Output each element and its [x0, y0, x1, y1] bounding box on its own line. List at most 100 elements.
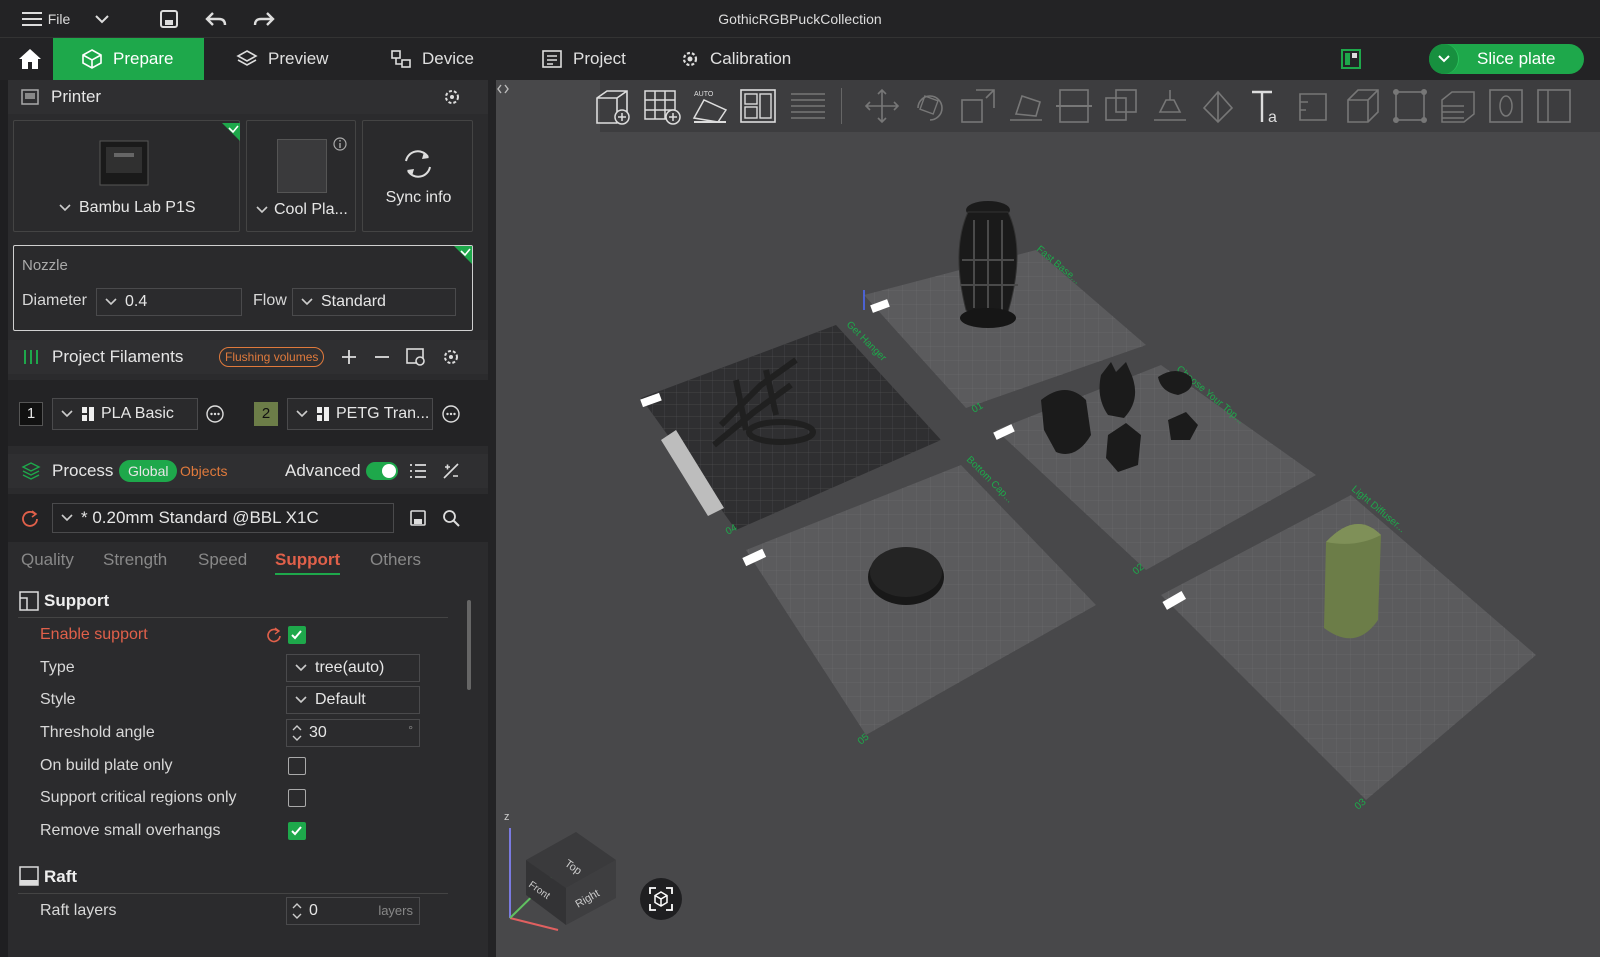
svg-text:AUTO: AUTO [694, 91, 714, 98]
filament-select-1[interactable]: PLA Basic [52, 398, 198, 430]
layout-toggle-icon[interactable] [1340, 48, 1362, 70]
subtab-speed[interactable]: Speed [198, 550, 247, 570]
printer-model-card[interactable]: Bambu Lab P1S [13, 120, 240, 232]
chevron-down-icon[interactable] [59, 204, 71, 212]
measure-icon[interactable] [1294, 86, 1334, 126]
save-icon[interactable] [409, 509, 427, 527]
tab-project[interactable]: Project [523, 38, 644, 80]
tab-preview[interactable]: Preview [218, 38, 346, 80]
support-type-label: Type [40, 659, 75, 676]
arrange-icon[interactable] [738, 86, 778, 126]
advanced-switch[interactable] [366, 462, 398, 480]
plus-icon[interactable] [341, 349, 357, 365]
list-icon[interactable] [409, 463, 427, 479]
diameter-select[interactable]: 0.4 [96, 288, 242, 316]
build-plate-card[interactable]: Cool Pla... [246, 120, 356, 232]
tab-device[interactable]: Device [372, 38, 492, 80]
plates-scene: 01 Fast Base... 04 Get Hanger 02 Choose … [640, 201, 1536, 812]
svg-text:a: a [1268, 109, 1277, 126]
layer-stack-icon[interactable] [1438, 86, 1478, 126]
chevron-down-icon[interactable] [1429, 44, 1459, 74]
threshold-angle-stepper[interactable]: 30 ° [286, 719, 420, 747]
split-plates-icon[interactable] [788, 86, 828, 126]
reset-icon[interactable] [266, 627, 282, 643]
main-tab-bar: Prepare Preview Device Project Calibrati… [0, 38, 1600, 80]
variable-height-icon[interactable] [1486, 86, 1526, 126]
search-icon[interactable] [442, 509, 460, 527]
reset-icon[interactable] [21, 509, 39, 527]
subtab-others[interactable]: Others [370, 550, 421, 570]
support-icon [19, 591, 39, 611]
chevron-down-icon[interactable] [256, 206, 268, 214]
compare-icon[interactable] [442, 462, 460, 480]
collapse-panel-icon[interactable] [496, 82, 510, 96]
settings-scrollbar[interactable] [467, 600, 471, 690]
seam-paint-icon[interactable] [1198, 86, 1238, 126]
tab-prepare[interactable]: Prepare [53, 38, 204, 80]
more-icon[interactable] [206, 405, 224, 423]
assembly-icon[interactable] [1342, 86, 1382, 126]
raft-layers-stepper[interactable]: 0 layers [286, 897, 420, 925]
rotate-icon[interactable] [910, 86, 950, 126]
move-icon[interactable] [862, 86, 902, 126]
support-paint-icon[interactable] [1150, 86, 1190, 126]
bounding-box-icon[interactable] [1390, 86, 1430, 126]
printer-thumbnail-icon [99, 140, 149, 186]
add-object-icon[interactable] [592, 86, 632, 126]
enable-support-checkbox[interactable] [288, 626, 306, 644]
stepper-arrows-icon[interactable] [291, 901, 303, 921]
text-tool-icon[interactable]: a [1246, 86, 1286, 126]
raft-layers-value: 0 [309, 902, 318, 919]
bottom-cap-model[interactable] [868, 547, 944, 605]
lantern-model[interactable] [958, 201, 1018, 328]
gear-icon[interactable] [443, 88, 461, 106]
stepper-arrows-icon[interactable] [291, 723, 303, 743]
sync-info-button[interactable]: Sync info [362, 120, 473, 232]
advanced-label: Advanced [285, 461, 361, 480]
critical-regions-checkbox[interactable] [288, 789, 306, 807]
home-button[interactable] [8, 38, 52, 80]
support-type-select[interactable]: tree(auto) [286, 654, 420, 682]
info-icon[interactable] [333, 137, 347, 151]
more-icon[interactable] [442, 405, 460, 423]
chevron-down-icon [295, 696, 307, 704]
process-preset-value: * 0.20mm Standard @BBL X1C [81, 508, 319, 527]
process-preset-select[interactable]: * 0.20mm Standard @BBL X1C [52, 503, 394, 533]
3d-viewport[interactable]: 01 Fast Base... 04 Get Hanger 02 Choose … [496, 80, 1600, 957]
flow-select[interactable]: Standard [292, 288, 456, 316]
build-plate-only-checkbox[interactable] [288, 757, 306, 775]
subtab-quality[interactable]: Quality [21, 550, 74, 570]
panel-splitter[interactable] [488, 80, 496, 957]
selected-corner-icon [454, 246, 472, 264]
printer-header-label: Printer [51, 87, 102, 106]
filament-settings-icon[interactable] [405, 347, 427, 367]
lay-on-face-icon[interactable] [1006, 86, 1046, 126]
selected-corner-icon [222, 123, 240, 141]
slice-plate-button[interactable]: Slice plate [1429, 44, 1584, 74]
more-tools-icon[interactable] [1534, 86, 1574, 126]
build-plate-label: Cool Pla... [274, 201, 348, 218]
add-plate-icon[interactable] [642, 86, 682, 126]
chevron-down-icon [61, 514, 73, 522]
gear-icon[interactable] [442, 348, 460, 366]
scale-icon[interactable] [958, 86, 998, 126]
minus-icon[interactable] [374, 349, 390, 365]
filament-select-2[interactable]: PETG Tran... [287, 398, 433, 430]
cut-icon[interactable] [1054, 86, 1094, 126]
global-toggle[interactable]: Global [119, 460, 178, 482]
remove-small-overhangs-checkbox[interactable] [288, 822, 306, 840]
support-style-select[interactable]: Default [286, 686, 420, 714]
light-diffuser-model[interactable] [1324, 524, 1381, 639]
subtab-strength[interactable]: Strength [103, 550, 167, 570]
view-cube[interactable]: z Top Front Right [496, 790, 636, 940]
tab-calibration[interactable]: Calibration [662, 38, 809, 80]
filament-number: 1 [19, 402, 43, 426]
auto-orient-icon[interactable]: AUTO [690, 86, 730, 126]
tab-preview-label: Preview [268, 49, 329, 68]
settings-scroll-area: Support Enable support Type tree(auto) S… [8, 580, 488, 957]
view-reset-button[interactable] [640, 878, 682, 920]
subtab-support[interactable]: Support [275, 550, 341, 575]
mesh-boolean-icon[interactable] [1102, 86, 1142, 126]
flushing-volumes-button[interactable]: Flushing volumes [219, 347, 325, 367]
objects-toggle[interactable]: Objects [180, 460, 227, 482]
